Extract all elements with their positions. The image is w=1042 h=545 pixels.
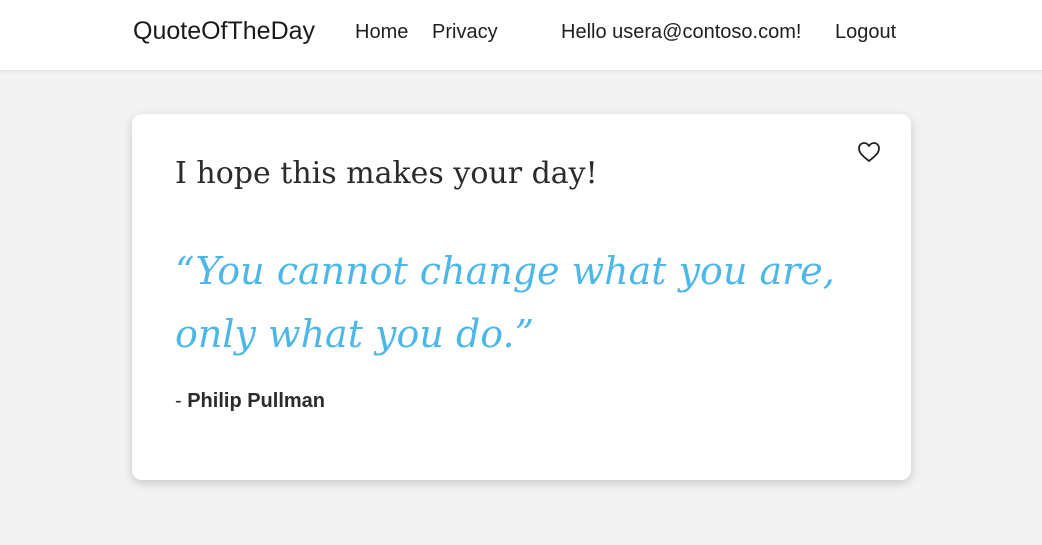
nav-home-link[interactable]: Home (355, 21, 408, 44)
quote-author: - Philip Pullman (175, 390, 325, 413)
top-navbar: QuoteOfTheDay Home Privacy Hello usera@c… (0, 0, 1042, 71)
favorite-button[interactable] (857, 141, 881, 163)
card-heading: I hope this makes your day! (175, 156, 598, 191)
author-prefix: - (175, 390, 188, 412)
heart-icon (858, 142, 880, 162)
quote-card: I hope this makes your day! “You cannot … (132, 114, 911, 480)
logout-link[interactable]: Logout (835, 21, 896, 44)
user-greeting: Hello usera@contoso.com! (561, 21, 802, 43)
brand-link[interactable]: QuoteOfTheDay (133, 17, 315, 46)
quote-text: “You cannot change what you are, only wh… (175, 249, 835, 356)
nav-privacy-link[interactable]: Privacy (432, 21, 498, 44)
author-name: Philip Pullman (187, 390, 326, 412)
